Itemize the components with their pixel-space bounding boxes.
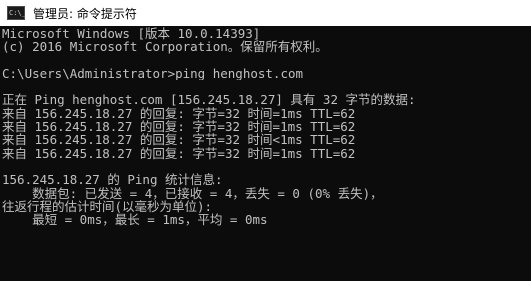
console-line: C:\Users\Administrator>ping henghost.com xyxy=(2,66,304,81)
console-line: 来自 156.245.18.27 的回复: 字节=32 时间=1ms TTL=6… xyxy=(2,120,356,134)
cmd-icon xyxy=(7,6,26,20)
console-line: 来自 156.245.18.27 的回复: 字节=32 时间=1ms TTL=6… xyxy=(2,146,356,160)
title-bar[interactable]: 管理员: 命令提示符 xyxy=(0,0,531,26)
console-line: 最短 = 0ms，最长 = 1ms，平均 = 0ms xyxy=(2,213,268,227)
console-line: 往返行程的估计时间(以毫秒为单位): xyxy=(2,199,213,214)
console-line: Microsoft Windows [版本 10.0.14393] xyxy=(2,27,261,41)
console-line: 来自 156.245.18.27 的回复: 字节=32 时间<1ms TTL=6… xyxy=(2,133,356,147)
console-line: 数据包: 已发送 = 4，已接收 = 4，丢失 = 0 (0% 丢失)， xyxy=(2,186,383,200)
command-prompt-window: 管理员: 命令提示符 Microsoft Windows [版本 10.0.14… xyxy=(0,0,531,281)
console-line: 正在 Ping henghost.com [156.245.18.27] 具有 … xyxy=(2,93,416,107)
console-line: 156.245.18.27 的 Ping 统计信息: xyxy=(2,173,223,187)
console-line: (c) 2016 Microsoft Corporation。保留所有权利。 xyxy=(2,40,328,54)
console-output[interactable]: Microsoft Windows [版本 10.0.14393] (c) 20… xyxy=(0,26,531,281)
window-title: 管理员: 命令提示符 xyxy=(33,6,137,21)
console-line: 来自 156.245.18.27 的回复: 字节=32 时间=1ms TTL=6… xyxy=(2,106,356,121)
